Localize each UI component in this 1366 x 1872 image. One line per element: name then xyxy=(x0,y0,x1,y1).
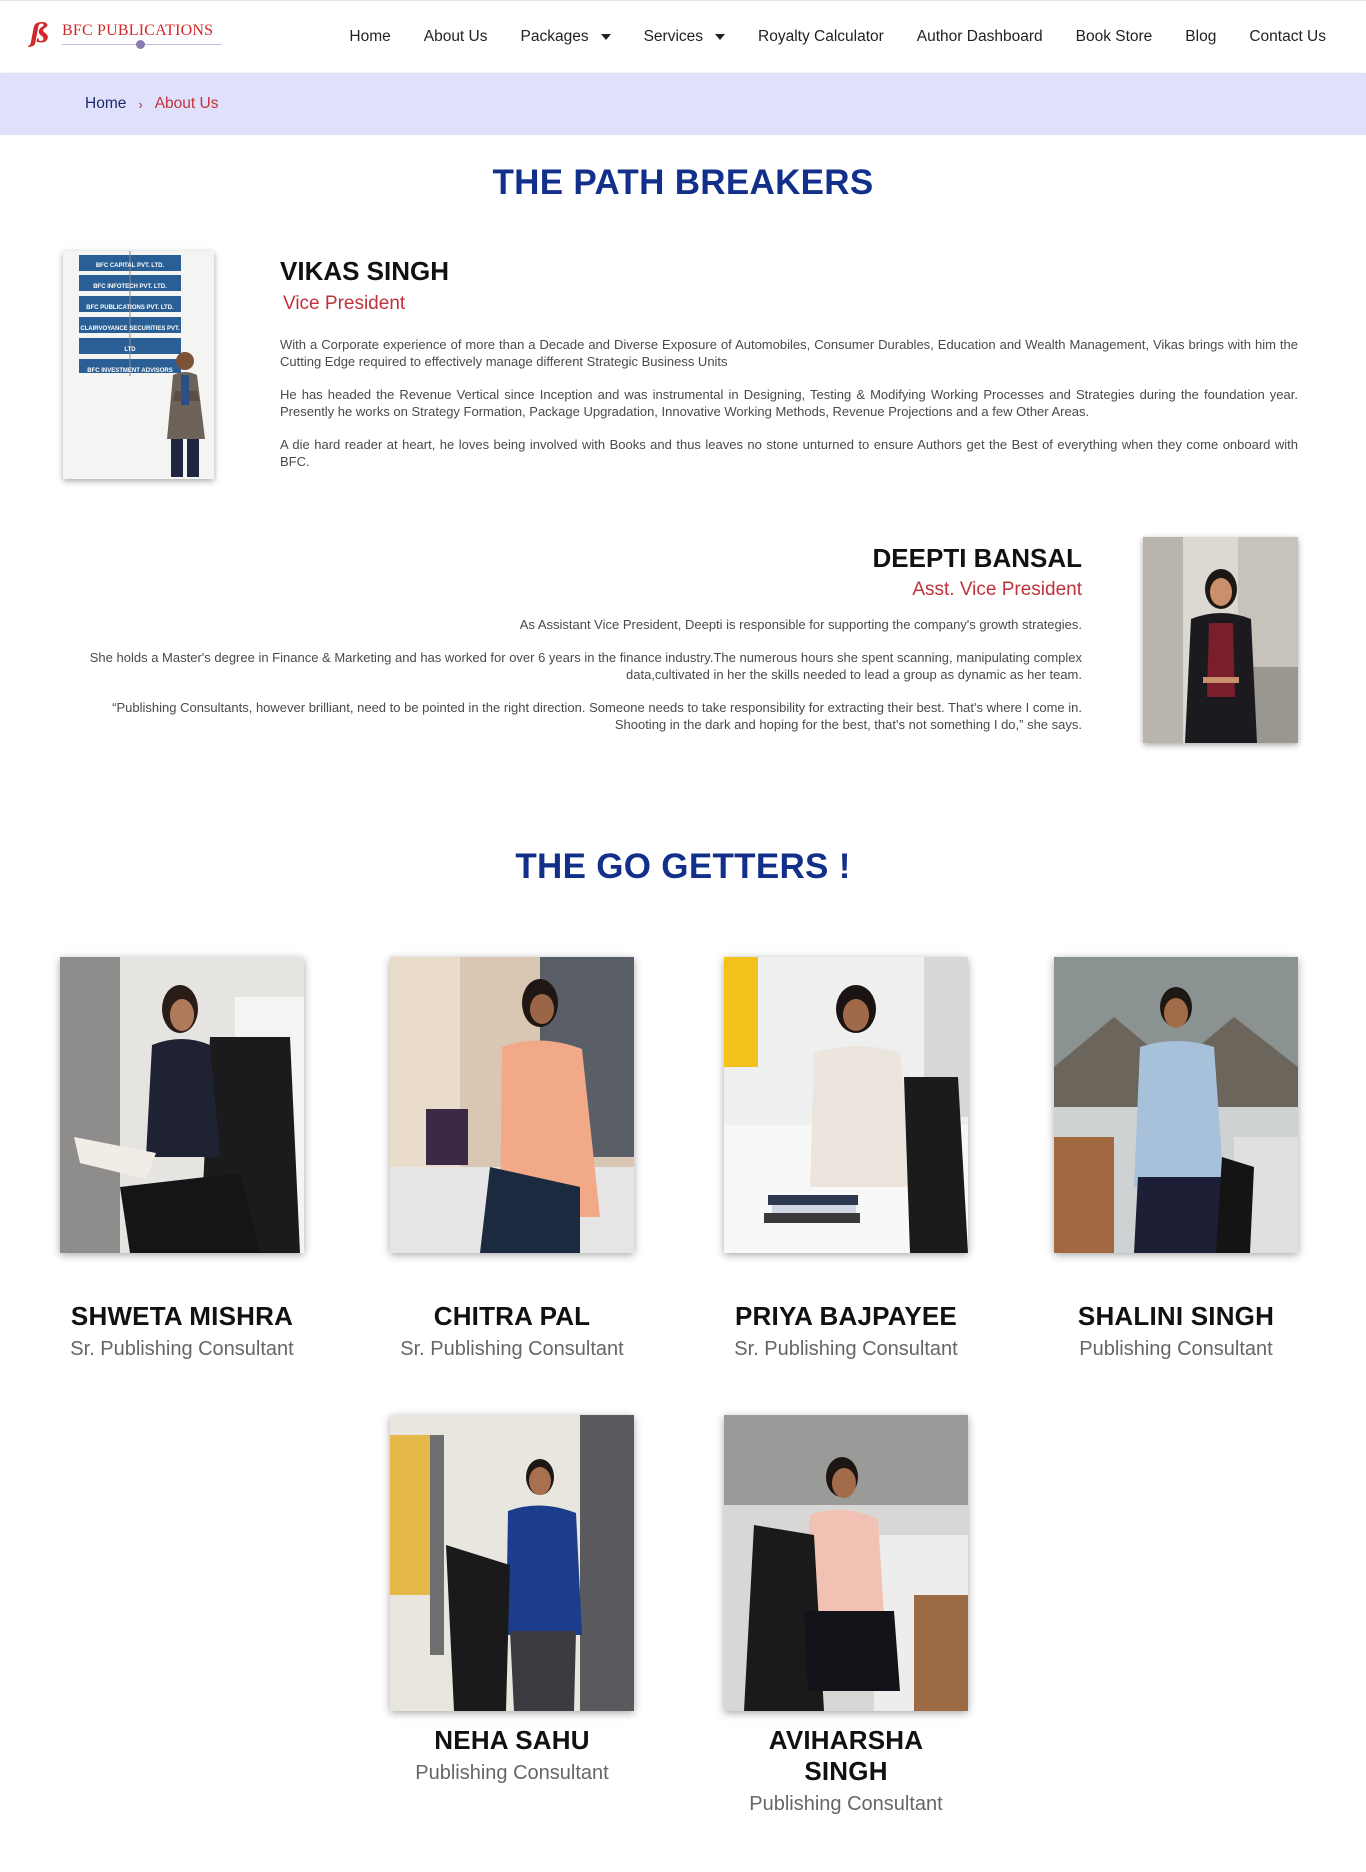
team-member-role: Publishing Consultant xyxy=(415,1762,609,1784)
team-member-card: AVIHARSHA SINGH Publishing Consultant xyxy=(724,1415,968,1816)
nav-services[interactable]: Services xyxy=(643,28,726,46)
path-breakers-title: THE PATH BREAKERS xyxy=(492,163,874,202)
go-getters-title: THE GO GETTERS ! xyxy=(515,847,851,886)
team-member-photo xyxy=(724,1415,968,1711)
nav-label: Packages xyxy=(520,28,589,45)
chevron-right-icon: › xyxy=(138,96,143,112)
team-member-card: CHITRA PAL Sr. Publishing Consultant xyxy=(390,957,634,1361)
leader-bio: As Assistant Vice President, Deepti is r… xyxy=(63,616,1082,749)
logo-underline xyxy=(62,40,222,50)
main-nav: Home About Us Packages Services Royalty … xyxy=(316,1,1326,73)
nav-label: Services xyxy=(643,28,704,45)
bio-paragraph: She holds a Master's degree in Finance &… xyxy=(89,650,1082,682)
nav-label: Author Dashboard xyxy=(916,28,1043,45)
team-member-name: NEHA SAHU xyxy=(434,1725,590,1755)
team-member-photo xyxy=(60,957,304,1253)
team-member-photo xyxy=(1054,957,1298,1253)
team-member-name: SHWETA MISHRA xyxy=(70,1301,294,1331)
team-member-card: SHWETA MISHRA Sr. Publishing Consultant xyxy=(60,957,304,1361)
sign-text: BFC INFOTECH PVT. LTD. xyxy=(93,284,167,290)
nav-author-dashboard[interactable]: Author Dashboard xyxy=(917,28,1043,46)
bfc-logo[interactable]: ß BFC PUBLICATIONS xyxy=(30,19,222,53)
sign-text: BFC PUBLICATIONS PVT. LTD. xyxy=(86,305,174,311)
nav-book-store[interactable]: Book Store xyxy=(1076,28,1153,46)
logo-text: BFC PUBLICATIONS xyxy=(62,22,214,39)
nav-blog[interactable]: Blog xyxy=(1185,28,1216,46)
bio-paragraph: As Assistant Vice President, Deepti is r… xyxy=(519,617,1082,632)
nav-about-us[interactable]: About Us xyxy=(424,28,488,46)
team-member-card: NEHA SAHU Publishing Consultant xyxy=(390,1415,634,1785)
bio-paragraph: A die hard reader at heart, he loves bei… xyxy=(280,437,1298,469)
team-member-photo xyxy=(390,1415,634,1711)
bio-paragraph: He has headed the Revenue Vertical since… xyxy=(280,387,1298,419)
nav-label: Book Store xyxy=(1075,28,1153,45)
bio-paragraph: “Publishing Consultants, however brillia… xyxy=(112,700,1082,732)
leader-name: VIKAS SINGH xyxy=(280,256,450,286)
leader-role: Asst. Vice President xyxy=(912,579,1082,600)
leader-role: Vice President xyxy=(283,293,406,314)
team-member-role: Publishing Consultant xyxy=(1079,1338,1273,1360)
deepti-bansal-photo xyxy=(1143,537,1298,743)
team-member-role: Sr. Publishing Consultant xyxy=(400,1338,624,1360)
team-member-name: PRIYA BAJPAYEE xyxy=(735,1301,957,1331)
bio-paragraph: With a Corporate experience of more than… xyxy=(280,337,1298,369)
team-member-photo xyxy=(724,957,968,1253)
team-member-card: SHALINI SINGH Publishing Consultant xyxy=(1054,957,1298,1361)
nav-label: Home xyxy=(349,28,391,45)
breadcrumb: Home › About Us xyxy=(0,73,1366,135)
breadcrumb-home-link[interactable]: Home xyxy=(85,95,126,113)
team-member-role: Sr. Publishing Consultant xyxy=(70,1338,294,1360)
nav-packages[interactable]: Packages xyxy=(521,28,611,46)
nav-royalty-calculator[interactable]: Royalty Calculator xyxy=(758,28,884,46)
nav-label: Blog xyxy=(1185,28,1217,45)
sign-text: BFC CAPITAL PVT. LTD. xyxy=(95,263,165,269)
caret-down-icon[interactable] xyxy=(600,34,611,40)
leader-name: DEEPTI BANSAL xyxy=(872,543,1082,573)
team-member-photo xyxy=(390,957,634,1253)
team-member-name: CHITRA PAL xyxy=(433,1301,591,1331)
nav-label: About Us xyxy=(423,28,488,45)
site-header: ß BFC PUBLICATIONS Home About Us Package… xyxy=(0,0,1366,72)
caret-down-icon[interactable] xyxy=(715,34,726,40)
team-member-name: SHALINI SINGH xyxy=(1077,1301,1275,1331)
nav-contact-us[interactable]: Contact Us xyxy=(1249,28,1326,46)
team-member-role: Sr. Publishing Consultant xyxy=(734,1338,958,1360)
team-member-role: Publishing Consultant xyxy=(749,1793,943,1815)
team-member-card: PRIYA BAJPAYEE Sr. Publishing Consultant xyxy=(724,957,968,1361)
nav-label: Contact Us xyxy=(1249,28,1326,45)
sign-text: CLAIRVOYANCE SECURITIES PVT. LTD xyxy=(80,326,180,353)
leader-bio: With a Corporate experience of more than… xyxy=(280,336,1298,486)
breadcrumb-current: About Us xyxy=(154,95,219,112)
team-member-name: AVIHARSHA SINGH xyxy=(768,1725,924,1786)
nav-home[interactable]: Home xyxy=(349,28,390,46)
nav-label: Royalty Calculator xyxy=(758,28,884,45)
bfc-logo-icon: ß xyxy=(30,19,50,49)
sign-text: BFC INVESTMENT ADVISORS xyxy=(87,368,173,374)
